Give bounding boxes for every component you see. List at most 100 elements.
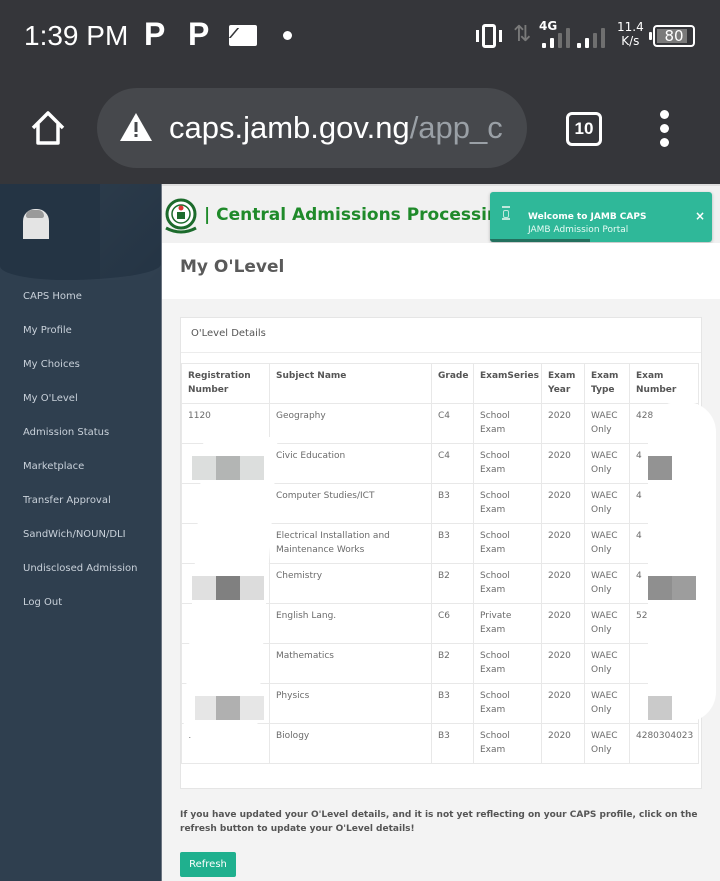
close-icon[interactable]: × (695, 209, 705, 223)
grade-cell: B3 (431, 683, 474, 724)
subject-name-cell: Electrical Installation and Maintenance … (269, 523, 432, 564)
flag-icon (229, 25, 257, 46)
exam-year-cell: 2020 (541, 563, 585, 604)
signal-icon (577, 26, 605, 48)
tab-switcher-button[interactable]: 10 (566, 112, 602, 146)
exam-number-cell: 4280304023 (629, 723, 699, 764)
exam-series-cell: School Exam (473, 723, 542, 764)
sidebar-item-marketplace[interactable]: Marketplace (0, 456, 161, 490)
data-transfer-icon: ⇅ (513, 22, 532, 47)
url-text[interactable]: caps.jamb.gov.ng/app_c (169, 110, 514, 146)
exam-series-cell: School Exam (473, 563, 542, 604)
exam-series-cell: Private Exam (473, 603, 542, 644)
brand-text: | Central Admissions Processing (204, 205, 512, 225)
exam-series-cell: School Exam (473, 403, 542, 444)
sidebar-item-sandwich-noun-dli[interactable]: SandWich/NOUN/DLI (0, 524, 161, 558)
exam-year-cell: 2020 (541, 403, 585, 444)
sidebar-item-caps-home[interactable]: CAPS Home (0, 286, 161, 320)
grade-cell: C4 (431, 443, 474, 484)
exam-year-cell: 2020 (541, 483, 585, 524)
page-title-bar: My O'Level (162, 243, 720, 299)
toast-title: Welcome to JAMB CAPS (528, 212, 647, 222)
table-header-row: Registration Number Subject Name Grade E… (181, 363, 699, 404)
p-app-icon: P (188, 16, 210, 52)
exam-type-cell: WAEC Only (584, 723, 630, 764)
url-path: /app_c (409, 110, 503, 145)
status-bar: 1:39 PM P P ⇅ 4G 11.4 K/s 80 (0, 0, 720, 72)
column-header: Exam Year (541, 363, 585, 404)
exam-year-cell: 2020 (541, 643, 585, 684)
column-header: Grade (431, 363, 474, 404)
vibrate-icon (476, 24, 502, 48)
hourglass-icon (502, 206, 510, 220)
exam-year-cell: 2020 (541, 603, 585, 644)
exam-type-cell: WAEC Only (584, 563, 630, 604)
signal-icon (542, 26, 570, 48)
exam-series-cell: School Exam (473, 683, 542, 724)
browser-toolbar: caps.jamb.gov.ng/app_c 10 (0, 72, 720, 184)
column-header: ExamSeries (473, 363, 542, 404)
grade-cell: B3 (431, 723, 474, 764)
address-bar[interactable]: caps.jamb.gov.ng/app_c (97, 88, 527, 168)
grade-cell: B3 (431, 523, 474, 564)
subject-name-cell: English Lang. (269, 603, 432, 644)
url-host: caps.jamb.gov.ng (169, 110, 410, 145)
sidebar-item-my-choices[interactable]: My Choices (0, 354, 161, 388)
subject-name-cell: Physics (269, 683, 432, 724)
grade-cell: C6 (431, 603, 474, 644)
subject-name-cell: Chemistry (269, 563, 432, 604)
panel-title: O'Level Details (181, 318, 701, 353)
jamb-logo-icon[interactable] (164, 198, 198, 234)
grade-cell: B2 (431, 643, 474, 684)
exam-series-cell: School Exam (473, 483, 542, 524)
column-header: Exam Number (629, 363, 699, 404)
grade-cell: B2 (431, 563, 474, 604)
welcome-toast[interactable]: Welcome to JAMB CAPS JAMB Admission Port… (490, 192, 712, 242)
table-row: 1BiologyB3School Exam2020WAEC Only428030… (181, 723, 699, 764)
battery-percent: 80 (664, 27, 684, 45)
exam-type-cell: WAEC Only (584, 523, 630, 564)
sidebar-item-undisclosed-admission[interactable]: Undisclosed Admission (0, 558, 161, 592)
exam-type-cell: WAEC Only (584, 683, 630, 724)
grade-cell: C4 (431, 403, 474, 444)
subject-name-cell: Computer Studies/ICT (269, 483, 432, 524)
clock: 1:39 PM (24, 20, 129, 51)
speed-value: 11.4 (617, 20, 644, 34)
toast-message: JAMB Admission Portal (528, 225, 629, 235)
refresh-instructions: If you have updated your O'Level details… (180, 810, 698, 834)
exam-series-cell: School Exam (473, 443, 542, 484)
subject-name-cell: Biology (269, 723, 432, 764)
avatar (23, 209, 49, 239)
home-icon[interactable] (28, 108, 68, 148)
exam-series-cell: School Exam (473, 643, 542, 684)
sidebar-item-my-olevel[interactable]: My O'Level (0, 388, 161, 422)
exam-type-cell: WAEC Only (584, 483, 630, 524)
exam-type-cell: WAEC Only (584, 643, 630, 684)
column-header: Subject Name (269, 363, 432, 404)
speed-unit: K/s (621, 34, 640, 48)
grade-cell: B3 (431, 483, 474, 524)
sidebar-item-transfer-approval[interactable]: Transfer Approval (0, 490, 161, 524)
sidebar: CAPS Home My Profile My Choices My O'Lev… (0, 184, 162, 881)
subject-name-cell: Civic Education (269, 443, 432, 484)
exam-type-cell: WAEC Only (584, 603, 630, 644)
sidebar-item-my-profile[interactable]: My Profile (0, 320, 161, 354)
exam-year-cell: 2020 (541, 683, 585, 724)
battery-icon: 80 (649, 25, 695, 47)
page-title: My O'Level (180, 257, 285, 277)
refresh-button[interactable]: Refresh (180, 852, 236, 877)
exam-series-cell: School Exam (473, 523, 542, 564)
column-header: Exam Type (584, 363, 630, 404)
network-speed: 11.4 K/s (617, 20, 644, 48)
more-options-icon[interactable] (656, 110, 672, 148)
subject-name-cell: Mathematics (269, 643, 432, 684)
sidebar-header (0, 184, 162, 280)
not-secure-warning-icon[interactable] (119, 112, 153, 142)
p-app-icon: P (144, 16, 166, 52)
more-notifications-dot-icon (283, 31, 292, 40)
sidebar-item-log-out[interactable]: Log Out (0, 592, 161, 626)
toast-progress-bar (490, 239, 590, 242)
exam-year-cell: 2020 (541, 443, 585, 484)
sidebar-item-admission-status[interactable]: Admission Status (0, 422, 161, 456)
column-header: Registration Number (181, 363, 270, 404)
